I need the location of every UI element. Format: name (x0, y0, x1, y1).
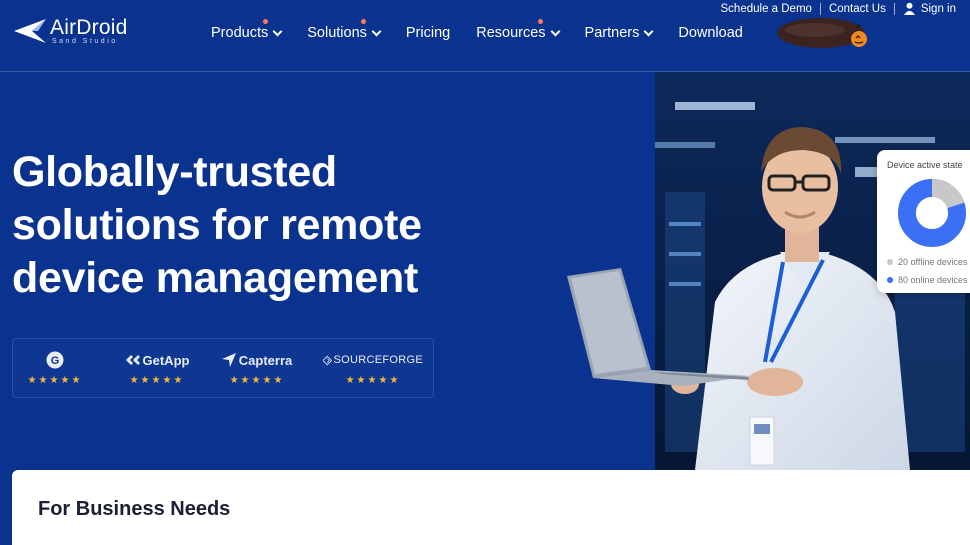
chevron-down-icon (272, 26, 283, 36)
new-indicator-dot (263, 19, 268, 24)
nav-solutions[interactable]: Solutions (307, 19, 382, 41)
sign-in-label: Sign in (920, 2, 956, 15)
nav-products-label: Products (211, 25, 269, 41)
header: AirDroid Sand Studio Products Solutions … (0, 0, 970, 72)
g2-icon: G (46, 351, 64, 369)
offline-label: 20 offline devices (898, 257, 968, 267)
headline-line-1: Globally-trusted (12, 148, 337, 196)
star-rating: ★★★★★ (229, 375, 285, 386)
logo-text: AirDroid (50, 16, 128, 39)
card-title: Device active state (887, 160, 963, 170)
main-nav: Products Solutions Pricing Resources Par… (211, 19, 769, 41)
capterra-icon (221, 353, 236, 367)
nav-download-label: Download (678, 25, 743, 41)
hero-text: Globally-trusted solutions for remote de… (12, 146, 532, 305)
online-label: 80 online devices (898, 275, 968, 285)
rating-getapp[interactable]: GetApp ★★★★★ (117, 351, 197, 386)
user-icon (903, 2, 915, 15)
legend-online: 80 online devices (887, 275, 968, 285)
rating-sourceforge[interactable]: SOURCEFORGE ★★★★★ (323, 351, 423, 386)
sign-in-link[interactable]: Sign in (903, 2, 956, 15)
svg-text:G: G (51, 355, 60, 367)
chevron-down-icon (550, 26, 560, 36)
nav-download[interactable]: Download (678, 25, 743, 41)
rating-g2[interactable]: G ★★★★★ (25, 351, 85, 386)
star-rating: ★★★★★ (27, 375, 83, 386)
getapp-name: GetApp (142, 352, 190, 368)
utility-links: Schedule a Demo Contact Us Sign in (721, 2, 956, 15)
offline-dot (887, 259, 893, 265)
airdroid-logo-icon (14, 19, 46, 43)
business-needs-section: For Business Needs (12, 470, 970, 545)
ratings-strip: G ★★★★★ GetApp ★★★★★ Capterra ★★★★★ SOUR… (12, 338, 434, 398)
sourceforge-name: SOURCEFORGE (333, 354, 423, 366)
sourceforge-logo: SOURCEFORGE (323, 351, 423, 369)
legend-offline: 20 offline devices (887, 257, 967, 267)
promo-banner[interactable] (775, 16, 870, 50)
star-rating: ★★★★★ (129, 375, 185, 386)
nav-pricing-label: Pricing (405, 25, 451, 41)
chevron-down-icon (643, 26, 654, 36)
chevron-down-icon (371, 26, 382, 36)
divider (819, 2, 821, 15)
logo-subtext: Sand Studio (52, 38, 118, 45)
nav-pricing[interactable]: Pricing (406, 25, 450, 41)
donut-chart (898, 179, 966, 247)
online-dot (887, 277, 893, 283)
airdroid-logo[interactable]: AirDroid Sand Studio (12, 14, 132, 48)
nav-resources-label: Resources (476, 25, 546, 41)
star-rating: ★★★★★ (345, 375, 401, 386)
device-active-state-card: Device active state 20 offline devices 8… (877, 150, 970, 293)
hero-headline: Globally-trusted solutions for remote de… (12, 146, 532, 305)
new-indicator-dot (538, 19, 544, 24)
getapp-logo: GetApp (117, 351, 197, 369)
headline-line-3: device management (12, 254, 418, 302)
promo-graphic (777, 18, 867, 48)
nav-solutions-label: Solutions (307, 25, 367, 41)
new-indicator-dot (361, 19, 367, 24)
divider (893, 2, 895, 15)
schedule-demo-link[interactable]: Schedule a Demo (721, 3, 812, 15)
sourceforge-icon (323, 355, 332, 365)
getapp-icon (125, 355, 140, 365)
laptop-image (567, 268, 751, 386)
g2-logo: G (25, 351, 85, 369)
capterra-logo: Capterra (217, 351, 297, 369)
nav-resources[interactable]: Resources (476, 19, 560, 41)
nav-partners[interactable]: Partners (584, 25, 654, 41)
nav-partners-label: Partners (584, 25, 640, 41)
capterra-name: Capterra (238, 352, 293, 368)
contact-us-link[interactable]: Contact Us (829, 3, 886, 15)
nav-products[interactable]: Products (211, 19, 283, 41)
headline-line-2: solutions for remote (12, 201, 422, 249)
section-heading: For Business Needs (38, 498, 231, 520)
rating-capterra[interactable]: Capterra ★★★★★ (217, 351, 297, 386)
